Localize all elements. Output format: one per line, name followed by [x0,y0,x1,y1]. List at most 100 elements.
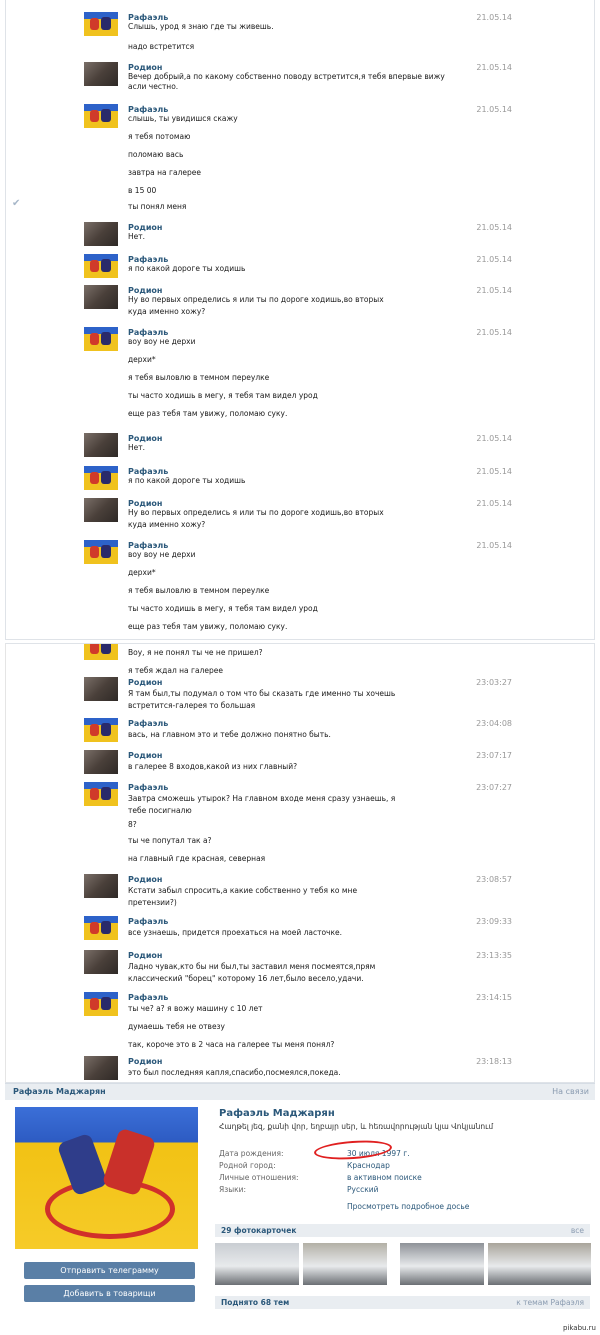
photos-title[interactable]: 29 фотокарточек [221,1226,297,1235]
message-text: все узнаешь, придется проехаться на моей… [128,928,343,937]
avatar[interactable] [84,718,118,742]
avatar[interactable] [84,62,118,86]
message-time: 23:09:33 [476,917,512,926]
sender-name[interactable]: Рафаэль [128,993,168,1002]
sender-name[interactable]: Родион [128,286,162,295]
sender-name[interactable]: Рафаэль [128,467,168,476]
sender-name[interactable]: Родион [128,499,162,508]
message-text: классический "борец" которому 16 лет,был… [128,974,364,983]
avatar[interactable] [84,254,118,278]
profile-header-bar: Рафаэль Маджарян На связи [5,1083,595,1100]
avatar[interactable] [84,874,118,898]
message-text: воу воу не дерхи [128,550,196,559]
relationship-value[interactable]: в активном поиске [347,1173,422,1182]
message-time: 23:07:27 [476,783,512,792]
more-info-link[interactable]: Просмотреть подробное досье [347,1202,469,1211]
message-text: я по какой дороге ты ходишь [128,264,246,273]
message-text: встретится-галерея то большая [128,701,256,710]
message-text: это был последняя капля,спасибо,посмеялс… [128,1068,341,1077]
sender-name[interactable]: Рафаэль [128,719,168,728]
avatar[interactable] [84,1056,118,1080]
sender-name[interactable]: Родион [128,751,162,760]
languages-label: Языки: [219,1185,247,1194]
message-text: на главный где красная, северная [128,854,266,863]
message-text: Я там был,ты подумал о том что бы сказат… [128,689,396,698]
message-text: думаешь тебя не отвезу [128,1022,225,1031]
sender-name[interactable]: Родион [128,63,162,72]
message-time: 23:18:13 [476,1057,512,1066]
message-text: завтра на галерее [128,168,201,177]
message-text: я тебя ждал на галерее [128,666,223,675]
red-highlight-oval [313,1138,393,1162]
message-text: в 15 00 [128,186,157,195]
message-text: вась, на главном это и тебе должно понят… [128,730,331,739]
avatar[interactable] [84,466,118,490]
relationship-label: Личные отношения: [219,1173,299,1182]
sender-name[interactable]: Рафаэль [128,13,168,22]
sender-name[interactable]: Рафаэль [128,105,168,114]
avatar[interactable] [84,327,118,351]
avatar[interactable] [84,782,118,806]
sender-name[interactable]: Рафаэль [128,917,168,926]
sender-name[interactable]: Рафаэль [128,541,168,550]
watermark: pikabu.ru [562,1324,596,1332]
message-text: Ладно чувак,кто бы ни был,ты заставил ме… [128,962,376,971]
avatar[interactable] [84,540,118,564]
message-time: 23:04:08 [476,719,512,728]
send-message-button[interactable]: Отправить телеграмму [24,1262,195,1279]
posts-link[interactable]: к темам Рафаэля [516,1298,584,1307]
avatar[interactable] [84,677,118,701]
avatar[interactable] [84,950,118,974]
message-text: ты часто ходишь в мегу, я тебя там видел… [128,391,318,400]
sender-name[interactable]: Рафаэль [128,783,168,792]
add-friend-button[interactable]: Добавить в товарищи [24,1285,195,1302]
message-text: куда именно хожу? [128,520,206,529]
message-text: воу воу не дерхи [128,337,196,346]
avatar[interactable] [84,12,118,36]
message-text: Завтра сможешь утырок? На главном входе … [128,794,396,803]
sender-name[interactable]: Родион [128,875,162,884]
avatar[interactable] [84,644,118,660]
avatar[interactable] [84,916,118,940]
profile-status: Հաղթել յեզ, քանի վոր, եղբայր սեր, և հեռա… [219,1122,494,1131]
photos-all-link[interactable]: все [571,1226,584,1235]
photo-thumbnail[interactable] [215,1243,299,1285]
avatar[interactable] [84,285,118,309]
message-time: 21.05.14 [476,286,512,295]
avatar[interactable] [84,433,118,457]
message-text: тебе посигналю [128,806,192,815]
sender-name[interactable]: Родион [128,1057,162,1066]
profile-header-name[interactable]: Рафаэль Маджарян [13,1087,106,1096]
photo-thumbnail[interactable] [303,1243,387,1285]
avatar[interactable] [84,498,118,522]
birthday-label: Дата рождения: [219,1149,284,1158]
profile-photo[interactable] [15,1107,198,1249]
languages-value[interactable]: Русский [347,1185,379,1194]
avatar[interactable] [84,104,118,128]
message-text: претензии?) [128,898,177,907]
avatar[interactable] [84,222,118,246]
message-text: 8? [128,820,137,829]
message-text: в галерее 8 входов,какой из них главный? [128,762,298,771]
posts-title[interactable]: Поднято 68 тем [221,1298,289,1307]
photo-thumbnail[interactable] [400,1243,484,1285]
message-text: ты че попутал так а? [128,836,212,845]
message-text: куда именно хожу? [128,307,206,316]
avatar[interactable] [84,992,118,1016]
message-text: Воу, я не понял ты че не пришел? [128,648,263,657]
message-text: ты че? а? я вожу машину с 10 лет [128,1004,263,1013]
sender-name[interactable]: Рафаэль [128,328,168,337]
sender-name[interactable]: Родион [128,223,162,232]
message-time: 23:13:35 [476,951,512,960]
message-text: слышь, ты увидишся скажу [128,114,238,123]
sender-name[interactable]: Родион [128,678,162,687]
avatar[interactable] [84,750,118,774]
posts-section-bar: Поднято 68 тем к темам Рафаэля [215,1296,590,1309]
photo-thumbnail[interactable] [488,1243,591,1285]
message-text: Слышь, урод я знаю где ты живешь. [128,22,274,31]
hometown-value[interactable]: Краснодар [347,1161,390,1170]
read-check-icon: ✔ [12,198,21,209]
sender-name[interactable]: Родион [128,951,162,960]
sender-name[interactable]: Рафаэль [128,255,168,264]
sender-name[interactable]: Родион [128,434,162,443]
